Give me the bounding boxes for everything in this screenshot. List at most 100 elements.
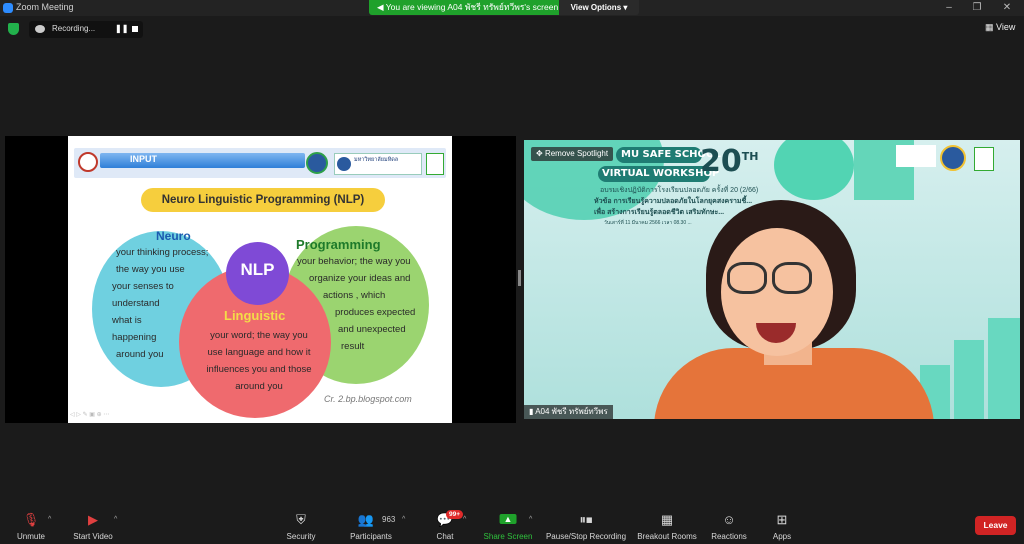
green-logo-icon [426,153,444,175]
university-logo: มหาวิทยาลัยมหิดล [334,153,422,175]
linguistic-text: your word; the way you use language and … [194,327,324,395]
shared-screen-panel: INPUT มหาวิทยาลัยมหิดล Neuro Linguistic … [5,136,516,423]
edition-number-value: 20 [700,144,742,179]
neuro-heading: Neuro [156,229,191,243]
stop-recording-icon[interactable] [132,26,138,32]
security-button[interactable]: ⛨ Security [280,507,322,544]
view-label: View [996,22,1016,32]
pause-stop-recording-button[interactable]: ⏸⏹ Pause/Stop Recording [544,507,628,544]
linguistic-line: around you [235,381,283,392]
emblem-logo-icon [306,152,328,174]
programming-line: result [341,341,365,352]
screen-share-icon: ◀ [377,2,386,12]
bg-shape [954,340,984,419]
reactions-label: Reactions [711,532,747,541]
university-logo [896,145,936,167]
meeting-toolbar: 🎙 Unmute ^ ▶ Start Video ^ ⛨ Security 👥 … [0,507,1024,544]
share-screen-icon: ▲ [499,514,517,524]
programming-line: your behavior; the way you [297,256,411,267]
programming-line: actions , which [323,290,386,301]
viewing-text: You are viewing A04 พัชรี ทรัพย์ทวีพร's … [385,2,559,12]
chat-badge: 99+ [446,510,464,519]
chat-label: Chat [436,532,454,541]
zoom-logo-icon [3,3,13,13]
programming-line: produces expected [335,307,416,318]
reactions-icon: ☺ [722,512,736,527]
pause-stop-label: Pause/Stop Recording [545,532,627,541]
window-title: Zoom Meeting [16,2,74,12]
event-date: วันเสาร์ที่ 11 มีนาคม 2566 เวลา 08.30 ..… [604,220,692,226]
glasses-icon [727,262,767,294]
emblem-logo-icon [940,145,966,171]
share-screen-button[interactable]: ▲ Share Screen [481,507,535,544]
share-chevron-icon[interactable]: ^ [529,516,532,523]
participant-name: A04 พัชรี ทรัพย์ทวีพร [535,407,608,416]
apps-label: Apps [772,532,792,541]
recording-icon [35,25,45,33]
pause-stop-icon: ⏸⏹ [579,512,593,527]
unmute-button[interactable]: 🎙 Unmute [10,507,52,544]
linguistic-line: influences you and those [206,364,312,375]
breakout-rooms-label: Breakout Rooms [637,532,697,541]
start-video-button[interactable]: ▶ Start Video [66,507,120,544]
pause-recording-icon[interactable]: ❚❚ [115,24,128,33]
security-shield-icon[interactable] [8,23,19,35]
neuro-line: your senses to [112,281,174,292]
image-credit: Cr. 2.bp.blogspot.com [324,394,412,404]
slide-header: INPUT มหาวิทยาลัยมหิดล [74,148,446,178]
green-logo-icon [974,147,994,171]
chat-button[interactable]: 💬 99+ Chat [428,507,464,544]
muted-mic-icon: 🎙 [22,512,40,527]
recording-label: Recording... [52,24,96,33]
participants-icon: 👥 [357,512,374,527]
participants-button[interactable]: 👥 963 Participants [344,507,398,544]
event-goal: เพื่อ สร้างการเรียนรู้ตลอดชีวิต เสริมทัก… [594,209,725,216]
security-label: Security [286,532,316,541]
breakout-rooms-icon: ▦ [660,512,674,527]
programming-line: organize your ideas and [309,273,411,284]
video-off-icon: ▶ [88,512,98,527]
event-subtitle: อบรมเชิงปฏิบัติการโรงเรียนปลอดภัย ครั้งท… [600,187,759,194]
share-screen-label: Share Screen [483,532,533,541]
grid-icon: ▦ [985,22,997,32]
neuro-line: the way you use [116,264,185,275]
bg-shape [988,318,1020,419]
slide-title: Neuro Linguistic Programming (NLP) [141,188,385,212]
close-icon[interactable]: ✕ [992,0,1022,16]
event-topic: หัวข้อ การเรียนรู้ความปลอดภัยในโลกยุคสงค… [594,198,753,205]
reactions-button[interactable]: ☺ Reactions [708,507,750,544]
view-button[interactable]: ▦ View [985,22,1015,33]
minimize-icon[interactable]: – [934,0,964,16]
participant-name-tag: ▮ A04 พัชรี ทรัพย์ทวีพร [524,405,613,419]
unmute-label: Unmute [16,532,45,541]
presentation-slide: INPUT มหาวิทยาลัยมหิดล Neuro Linguistic … [68,136,452,423]
linguistic-line: your word; the way you [210,330,308,341]
edition-suffix: TH [741,150,759,163]
linguistic-line: use language and how it [207,347,311,358]
start-video-label: Start Video [73,532,113,541]
university-name: มหาวิทยาลัยมหิดล [354,157,399,163]
spotlight-video: MU SAFE SCHOOL VIRTUAL WORKSHOP 20TH อบร… [524,140,1020,419]
participants-count: 963 [382,515,396,524]
chat-chevron-icon[interactable]: ^ [463,516,466,523]
slide-toolbar-icons[interactable]: ◁ ▷ ✎ ▣ ⊕ ⋯ [70,411,109,418]
breakout-rooms-button[interactable]: ▦ Breakout Rooms [636,507,698,544]
remove-spotlight-button[interactable]: ✥ Remove Spotlight [531,147,614,161]
neuro-line: your thinking process; [116,247,209,258]
input-label: INPUT [130,154,157,164]
edition-number: 20TH [700,144,758,179]
programming-heading: Programming [296,237,381,252]
programming-line: and unexpected [338,324,406,335]
view-options-button[interactable]: View Options ▾ [559,0,639,15]
apps-button[interactable]: ⊞ Apps [764,507,800,544]
apps-icon: ⊞ [776,512,788,527]
panel-resize-handle[interactable] [518,270,521,286]
security-icon: ⛨ [296,512,306,527]
participants-label: Participants [350,532,392,541]
audio-options-chevron-icon[interactable]: ^ [48,516,51,523]
leave-button[interactable]: Leave [975,516,1016,535]
participants-chevron-icon[interactable]: ^ [402,516,405,523]
video-options-chevron-icon[interactable]: ^ [114,516,117,523]
glasses-icon [772,262,812,294]
maximize-icon[interactable]: ❐ [962,0,992,16]
